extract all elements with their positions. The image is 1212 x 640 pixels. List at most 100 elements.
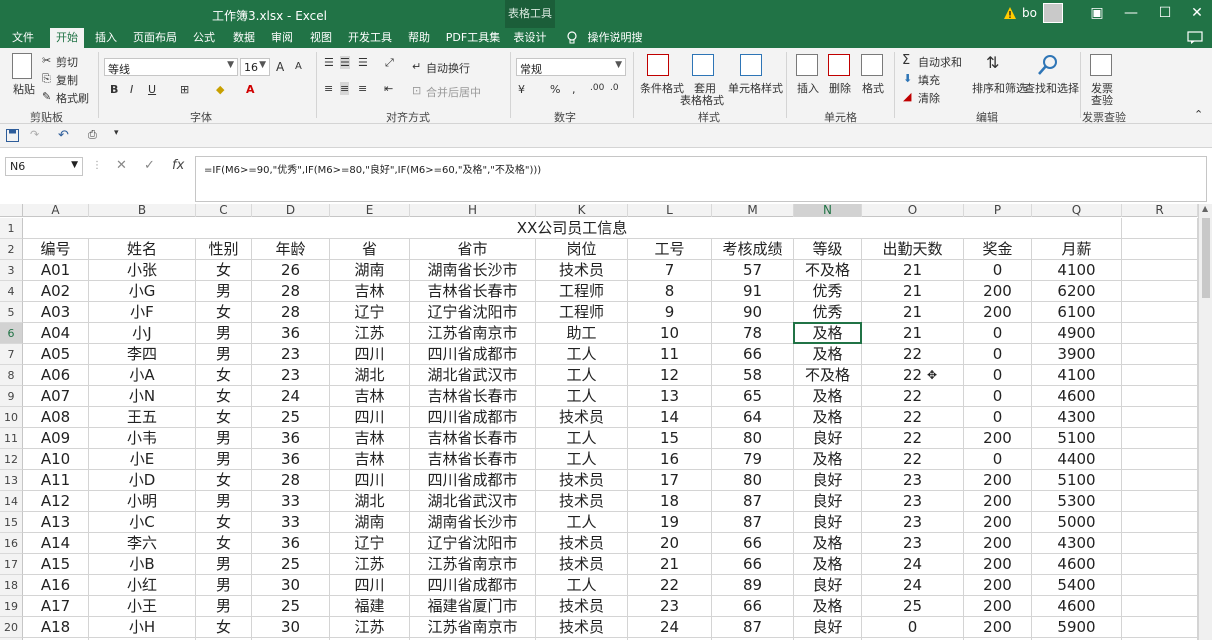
data-cell[interactable]: 辽宁 <box>330 533 410 554</box>
data-cell[interactable]: 87 <box>712 491 794 512</box>
data-cell[interactable]: 小韦 <box>89 428 196 449</box>
data-cell[interactable]: A03 <box>23 302 89 323</box>
data-cell[interactable]: 4600 <box>1032 596 1122 617</box>
search-icon[interactable] <box>1037 54 1059 76</box>
save-icon[interactable] <box>6 129 19 142</box>
row-header[interactable]: 6 <box>0 323 23 344</box>
data-cell[interactable]: 30 <box>252 617 330 638</box>
row-header[interactable]: 19 <box>0 596 23 617</box>
data-cell[interactable]: 23 <box>862 512 964 533</box>
row-header[interactable]: 17 <box>0 554 23 575</box>
data-cell[interactable]: 湖南 <box>330 260 410 281</box>
data-cell[interactable]: 吉林省长春市 <box>410 428 536 449</box>
cancel-icon[interactable]: ✕ <box>116 158 127 173</box>
data-cell[interactable]: 湖南 <box>330 512 410 533</box>
data-cell[interactable]: 男 <box>196 554 252 575</box>
data-cell[interactable]: A13 <box>23 512 89 533</box>
data-cell[interactable]: 男 <box>196 575 252 596</box>
data-cell[interactable]: 女 <box>196 386 252 407</box>
column-header-selected[interactable]: N <box>794 204 862 217</box>
row-header[interactable]: 8 <box>0 365 23 386</box>
data-cell[interactable]: 小张 <box>89 260 196 281</box>
data-cell[interactable]: 吉林 <box>330 386 410 407</box>
data-cell[interactable]: 助工 <box>536 323 628 344</box>
column-header[interactable]: K <box>536 204 628 217</box>
grid-cell[interactable] <box>1122 323 1198 344</box>
data-cell[interactable]: 小B <box>89 554 196 575</box>
data-cell[interactable]: 技术员 <box>536 596 628 617</box>
vertical-scrollbar[interactable]: ▲ <box>1198 204 1212 640</box>
data-cell[interactable]: 21 <box>862 281 964 302</box>
data-cell[interactable]: 13 <box>628 386 712 407</box>
conditional-format-icon[interactable] <box>647 54 669 76</box>
data-cell[interactable]: 22 <box>862 428 964 449</box>
data-cell[interactable]: 李六 <box>89 533 196 554</box>
data-cell[interactable]: 30 <box>252 575 330 596</box>
data-cell[interactable]: 21 <box>862 260 964 281</box>
data-cell[interactable]: 22 <box>862 407 964 428</box>
data-cell[interactable]: 小N <box>89 386 196 407</box>
data-cell[interactable]: 良好 <box>794 428 862 449</box>
data-cell[interactable]: 5100 <box>1032 428 1122 449</box>
data-cell[interactable]: 26 <box>252 260 330 281</box>
data-cell[interactable]: 优秀 <box>794 281 862 302</box>
align-right-icon[interactable]: ≡ <box>358 82 367 95</box>
data-cell[interactable]: 男 <box>196 344 252 365</box>
data-cell[interactable]: A09 <box>23 428 89 449</box>
data-cell[interactable]: 3900 <box>1032 344 1122 365</box>
data-cell[interactable]: 25 <box>252 554 330 575</box>
data-cell[interactable]: 5300 <box>1032 491 1122 512</box>
data-cell[interactable]: 22 <box>628 575 712 596</box>
row-header[interactable]: 16 <box>0 533 23 554</box>
data-cell[interactable]: 四川省成都市 <box>410 470 536 491</box>
data-cell[interactable]: 28 <box>252 302 330 323</box>
tab-data[interactable]: 数据 <box>228 28 260 48</box>
data-cell[interactable]: 33 <box>252 491 330 512</box>
data-cell[interactable]: 工程师 <box>536 302 628 323</box>
data-cell[interactable]: 23 <box>862 491 964 512</box>
data-cell[interactable]: 女 <box>196 302 252 323</box>
header-cell[interactable]: 考核成绩 <box>712 239 794 260</box>
data-cell[interactable]: 5400 <box>1032 575 1122 596</box>
grid-cell[interactable] <box>1122 218 1198 239</box>
data-cell[interactable]: 工人 <box>536 365 628 386</box>
autosum-icon[interactable]: Σ <box>902 53 910 68</box>
data-cell[interactable]: 200 <box>964 575 1032 596</box>
customize-qat-icon[interactable]: ▾ <box>114 128 119 138</box>
format-cells-button[interactable]: 格式 <box>862 80 884 96</box>
data-cell[interactable]: 工人 <box>536 344 628 365</box>
grid-cell[interactable] <box>1122 302 1198 323</box>
data-cell[interactable]: 0 <box>964 344 1032 365</box>
align-bottom-icon[interactable]: ☰ <box>358 56 368 69</box>
sort-filter-icon[interactable]: ⇅ <box>986 53 999 72</box>
grid-cell[interactable] <box>1122 533 1198 554</box>
invoice-label-2[interactable]: 查验 <box>1091 92 1113 108</box>
data-cell[interactable]: 87 <box>712 617 794 638</box>
data-cell[interactable]: A08 <box>23 407 89 428</box>
data-cell[interactable]: 男 <box>196 491 252 512</box>
data-cell[interactable]: 良好 <box>794 617 862 638</box>
data-cell[interactable]: 江苏省南京市 <box>410 323 536 344</box>
paste-icon[interactable] <box>12 53 32 79</box>
fill-button[interactable]: 填充 <box>918 72 940 88</box>
table-format-label-2[interactable]: 表格格式 <box>680 92 724 108</box>
maximize-icon[interactable]: ☐ <box>1148 0 1182 28</box>
header-cell[interactable]: 省 <box>330 239 410 260</box>
data-cell[interactable]: 技术员 <box>536 617 628 638</box>
data-cell[interactable]: 28 <box>252 281 330 302</box>
data-cell[interactable]: 80 <box>712 470 794 491</box>
grid-cell[interactable] <box>1122 365 1198 386</box>
find-select-button[interactable]: 查找和选择 <box>1024 80 1079 96</box>
data-cell[interactable]: 及格 <box>794 407 862 428</box>
data-cell[interactable]: 200 <box>964 281 1032 302</box>
data-cell[interactable]: 14 <box>628 407 712 428</box>
data-cell[interactable]: 64 <box>712 407 794 428</box>
data-cell[interactable]: 良好 <box>794 575 862 596</box>
data-cell[interactable]: A15 <box>23 554 89 575</box>
data-cell[interactable]: 女 <box>196 512 252 533</box>
column-header[interactable]: M <box>712 204 794 217</box>
data-cell[interactable]: 湖北省武汉市 <box>410 491 536 512</box>
name-box[interactable]: N6 ▼ <box>5 157 83 176</box>
data-cell[interactable]: 女 <box>196 617 252 638</box>
row-header[interactable]: 9 <box>0 386 23 407</box>
